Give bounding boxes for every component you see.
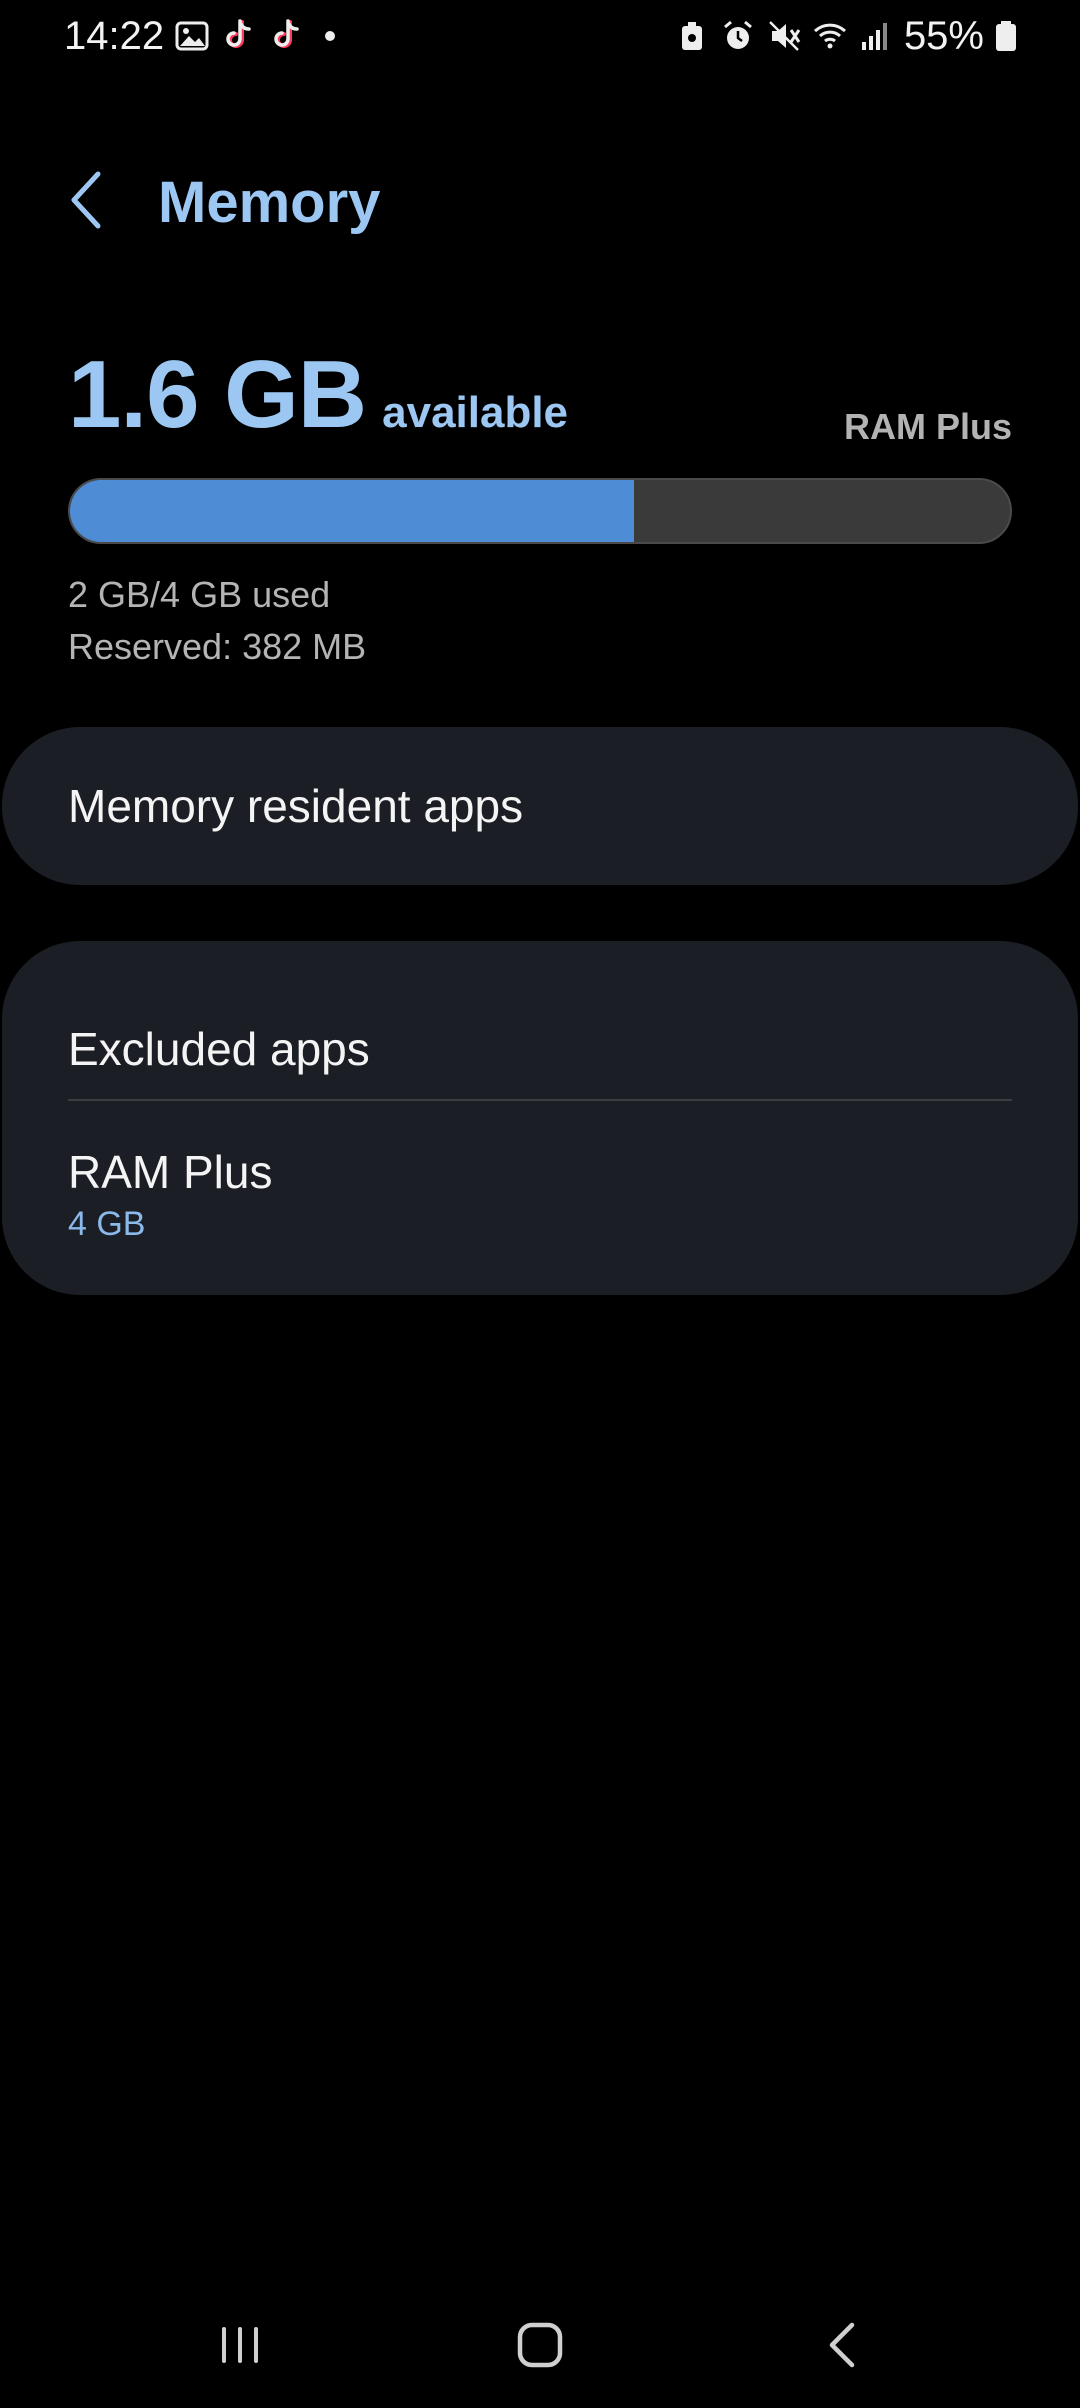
ram-plus-label: RAM Plus xyxy=(68,1146,273,1198)
memory-usage-bar xyxy=(68,478,1012,544)
notification-icons xyxy=(174,18,342,54)
signal-icon xyxy=(858,18,894,54)
page-title: Memory xyxy=(158,170,381,235)
memory-usage-fill xyxy=(70,480,634,542)
ram-plus-tag: RAM Plus xyxy=(843,406,1012,447)
memory-resident-apps-card[interactable]: Memory resident apps xyxy=(2,727,1078,885)
memory-resident-apps-label: Memory resident apps xyxy=(68,780,524,832)
mute-icon xyxy=(766,18,802,54)
app-header: Memory xyxy=(0,150,1080,250)
chevron-left-icon[interactable] xyxy=(62,168,112,232)
status-right: 55% xyxy=(674,12,1018,60)
battery-icon xyxy=(994,18,1018,54)
tiktok-icon xyxy=(270,18,306,54)
alarm-icon xyxy=(720,18,756,54)
reserved-text: Reserved: 382 MB xyxy=(68,626,367,667)
home-icon[interactable] xyxy=(480,2290,600,2400)
wifi-icon xyxy=(812,18,848,54)
divider xyxy=(68,1099,1012,1101)
excluded-apps-label: Excluded apps xyxy=(68,1023,370,1075)
navigation-bar xyxy=(0,2290,1080,2400)
status-bar: 14:22 55% xyxy=(0,0,1080,72)
gallery-icon xyxy=(174,18,210,54)
ram-plus-item[interactable]: RAM Plus 4 GB xyxy=(68,1144,1012,1246)
tiktok-icon xyxy=(222,18,258,54)
used-text: 2 GB/4 GB used xyxy=(68,574,331,615)
status-time: 14:22 xyxy=(64,14,165,58)
ram-plus-value: 4 GB xyxy=(68,1205,146,1243)
lock-battery-icon xyxy=(674,18,710,54)
available-memory: 1.6 GB available xyxy=(68,340,568,450)
available-value: 1.6 GB xyxy=(68,341,367,448)
excluded-apps-item[interactable]: Excluded apps xyxy=(68,1021,1012,1077)
dot-icon xyxy=(318,18,342,54)
memory-resident-apps-item[interactable]: Memory resident apps xyxy=(68,778,1012,834)
battery-percent: 55% xyxy=(903,14,984,58)
recent-apps-icon[interactable] xyxy=(180,2290,300,2400)
available-label: available xyxy=(382,388,569,437)
memory-options-card: Excluded apps RAM Plus 4 GB xyxy=(2,941,1078,1295)
back-icon[interactable] xyxy=(784,2290,904,2400)
